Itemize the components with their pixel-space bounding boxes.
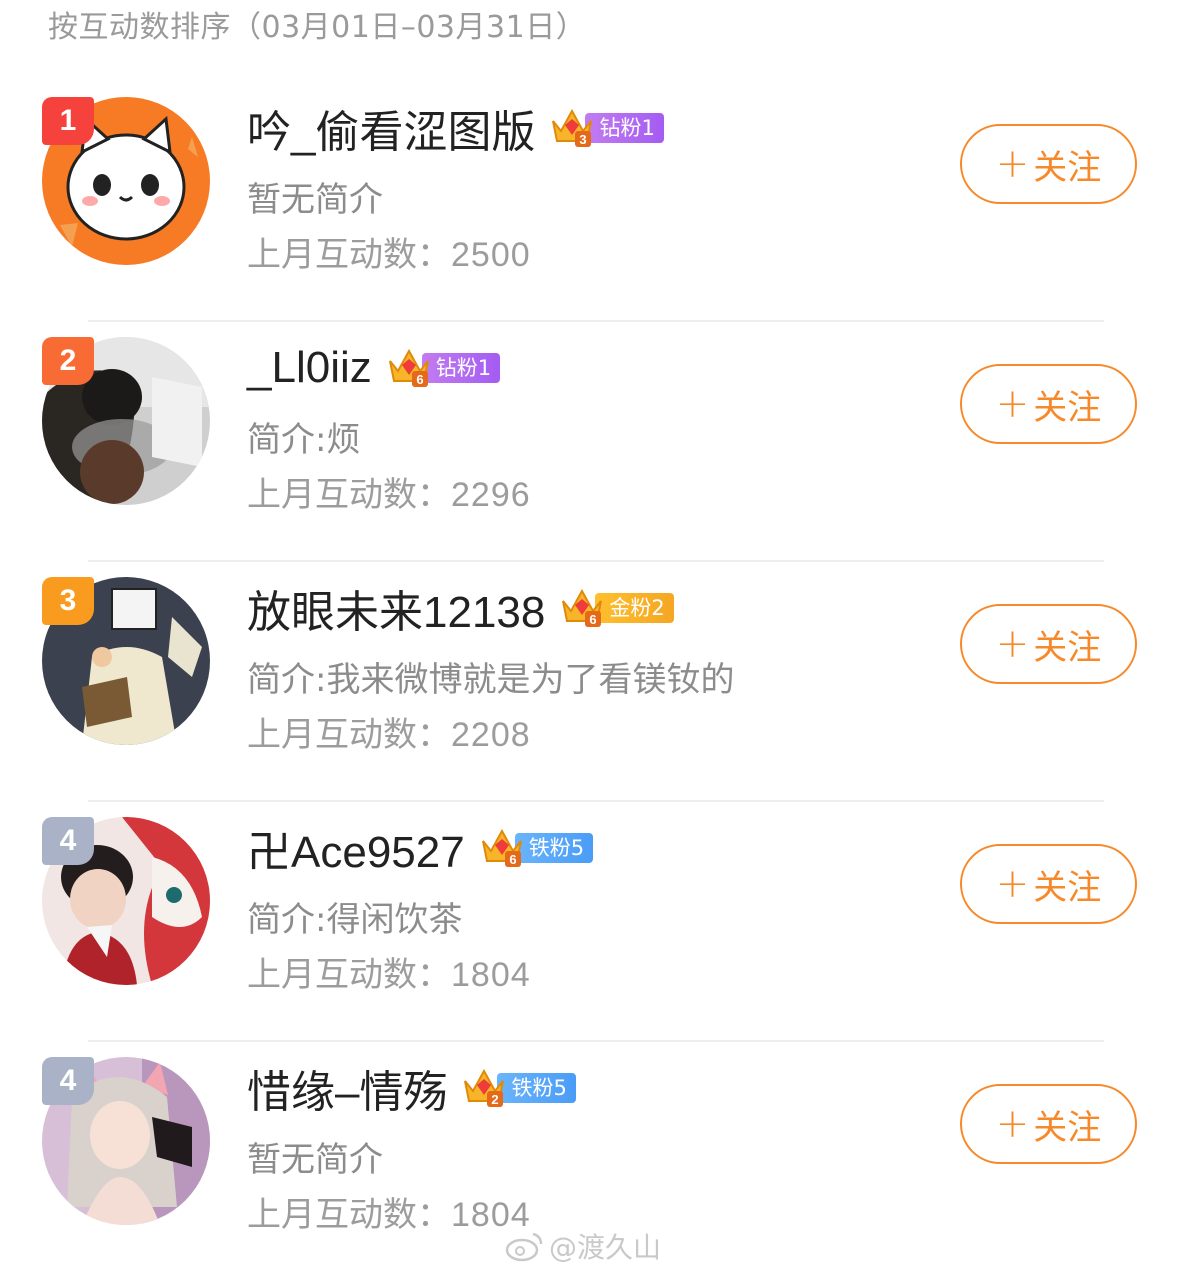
user-bio: 简介:我来微博就是为了看镁钕的	[247, 660, 735, 700]
rank-badge: 1	[42, 97, 94, 145]
plus-icon: +	[995, 141, 1030, 187]
fan-badge: 2 铁粉5	[461, 1068, 576, 1107]
badge-label: 钻粉1	[421, 353, 501, 383]
watermark-text: @渡久山	[549, 1231, 662, 1264]
follow-button[interactable]: + 关注	[960, 124, 1137, 204]
fan-badge: 6 钻粉1	[386, 348, 501, 387]
user-bio: 简介:烦	[247, 420, 361, 460]
svg-text:6: 6	[416, 372, 423, 387]
stat-label: 上月互动数：	[247, 235, 451, 275]
stat-label: 上月互动数：	[247, 475, 451, 515]
svg-text:2: 2	[492, 1092, 499, 1107]
crown-icon: 2	[464, 1068, 505, 1107]
stat-value: 2500	[451, 236, 531, 274]
list-item[interactable]: 2 _Ll0iiz 6 钻粉1 简介:烦 上月互动数：2296 + 关注	[0, 322, 1179, 562]
rank-badge: 4	[42, 1057, 94, 1105]
user-name[interactable]: 放眼未来12138	[247, 576, 545, 640]
fan-badge: 6 铁粉5	[479, 828, 594, 867]
badge-label: 铁粉5	[497, 1073, 576, 1103]
user-name[interactable]: 卍Ace9527	[247, 816, 465, 880]
watermark: @渡久山	[505, 1226, 661, 1266]
interaction-count: 上月互动数：1804	[247, 1187, 531, 1236]
follow-button[interactable]: + 关注	[960, 844, 1137, 924]
rank-badge: 4	[42, 817, 94, 865]
stat-label: 上月互动数：	[247, 1195, 451, 1235]
user-name[interactable]: 吟_偷看涩图版	[247, 96, 535, 160]
fan-badge: 6 金粉2	[559, 588, 674, 627]
plus-icon: +	[995, 381, 1030, 427]
weibo-logo-icon	[505, 1232, 543, 1262]
crown-icon: 6	[481, 828, 522, 867]
user-name[interactable]: _Ll0iiz	[247, 343, 372, 393]
crown-icon: 6	[562, 588, 603, 627]
follow-button[interactable]: + 关注	[960, 1084, 1137, 1164]
follow-label: 关注	[1033, 867, 1102, 908]
follow-button[interactable]: + 关注	[960, 604, 1137, 684]
stat-value: 2296	[451, 476, 531, 514]
user-bio: 暂无简介	[247, 180, 383, 220]
user-bio: 暂无简介	[247, 1140, 383, 1180]
fan-ranking-page: 按互动数排序（03月01日–03月31日） 1 吟_偷看涩图版 3 钻粉1 暂无…	[0, 0, 1179, 1272]
interaction-count: 上月互动数：2296	[247, 467, 531, 516]
stat-label: 上月互动数：	[247, 955, 451, 995]
plus-icon: +	[995, 621, 1030, 667]
follow-label: 关注	[1033, 627, 1102, 668]
stat-label: 上月互动数：	[247, 715, 451, 755]
stat-value: 1804	[451, 956, 531, 994]
follow-label: 关注	[1033, 147, 1102, 188]
list-item[interactable]: 4 卍Ace9527 6 铁粉5 简介:得闲饮茶 上月互动数：1804 + 关注	[0, 802, 1179, 1042]
follow-label: 关注	[1033, 1107, 1102, 1148]
crown-icon: 3	[552, 108, 593, 147]
list-item[interactable]: 1 吟_偷看涩图版 3 钻粉1 暂无简介 上月互动数：2500 + 关注	[0, 82, 1179, 322]
svg-text:6: 6	[509, 852, 516, 867]
rank-badge: 3	[42, 577, 94, 625]
interaction-count: 上月互动数：2500	[247, 227, 531, 276]
follow-button[interactable]: + 关注	[960, 364, 1137, 444]
sort-header: 按互动数排序（03月01日–03月31日）	[48, 10, 587, 45]
svg-text:6: 6	[590, 612, 597, 627]
interaction-count: 上月互动数：2208	[247, 707, 531, 756]
badge-label: 铁粉5	[514, 833, 594, 863]
interaction-count: 上月互动数：1804	[247, 947, 531, 996]
list-item[interactable]: 3 放眼未来12138 6 金粉2 简介:我来微博就是为了看镁钕的 上月互动数：…	[0, 562, 1179, 802]
plus-icon: +	[995, 1101, 1030, 1147]
badge-label: 钻粉1	[585, 113, 664, 143]
rank-badge: 2	[42, 337, 94, 385]
user-bio: 简介:得闲饮茶	[247, 900, 463, 940]
plus-icon: +	[995, 861, 1030, 907]
fan-badge: 3 钻粉1	[549, 108, 664, 147]
user-name[interactable]: 惜缘–情殇	[247, 1056, 447, 1120]
stat-value: 2208	[451, 716, 531, 754]
badge-label: 金粉2	[595, 593, 674, 623]
crown-icon: 6	[388, 348, 429, 387]
svg-text:3: 3	[580, 132, 587, 147]
follow-label: 关注	[1033, 387, 1102, 428]
